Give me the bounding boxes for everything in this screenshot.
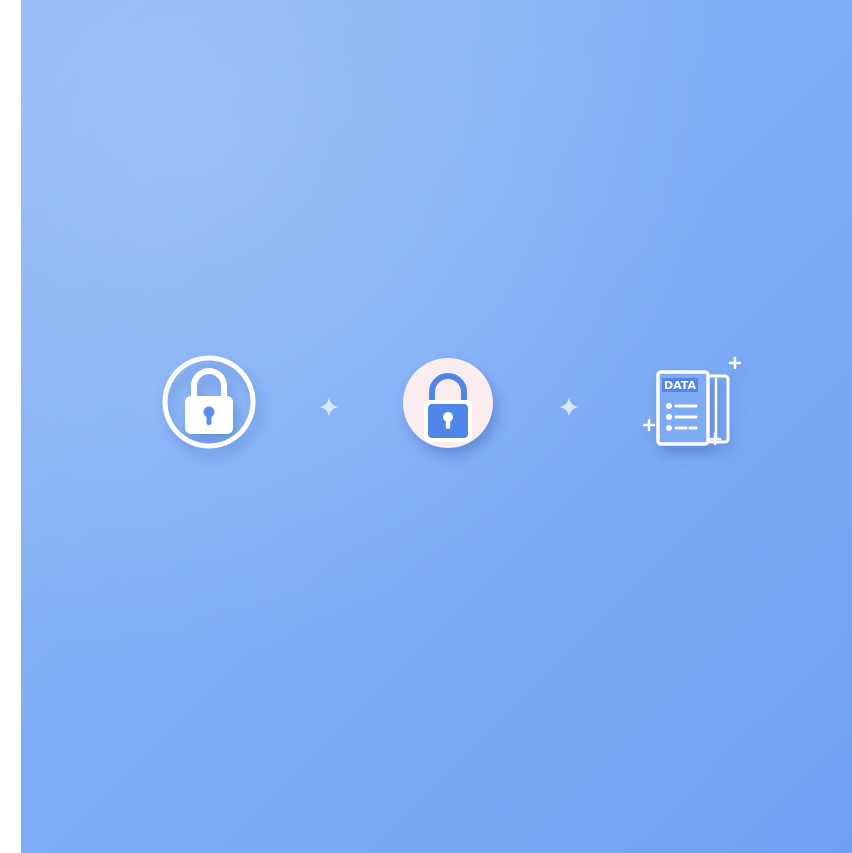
data-document-icon: DATA [642,354,742,450]
lock-circle-outline-icon [161,354,257,450]
sparkle-icon [319,397,339,417]
background-canvas: DATA [21,0,852,853]
sparkle-icon [559,397,579,417]
lock-circle-filled-icon [402,358,494,450]
document-header-label: DATA [664,379,696,392]
